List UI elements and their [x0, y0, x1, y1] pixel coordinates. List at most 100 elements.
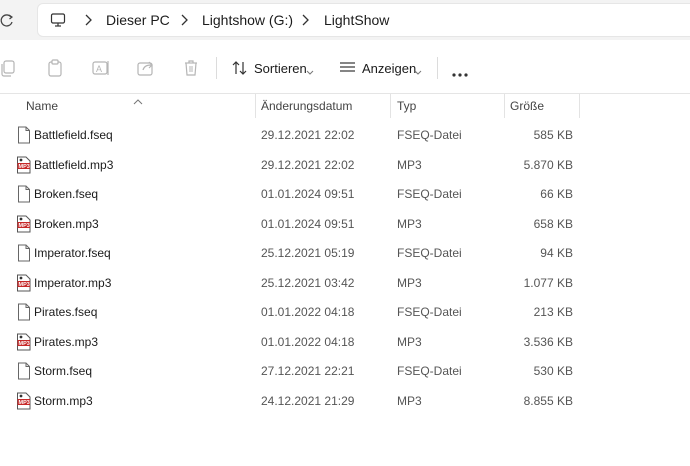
- sort-ascending-icon: [133, 92, 143, 105]
- column-divider[interactable]: [255, 94, 256, 118]
- chevron-right-icon[interactable]: [300, 13, 310, 27]
- refresh-icon[interactable]: [0, 11, 14, 29]
- file-name: Imperator.mp3: [34, 275, 112, 290]
- file-date: 01.01.2022 04:18: [261, 334, 355, 349]
- file-row[interactable]: MP3 Storm.mp3 24.12.2021 21:29 MP3 8.855…: [0, 387, 690, 416]
- copy-icon[interactable]: [0, 58, 18, 78]
- address-bar-area: Dieser PC Lightshow (G:) LightShow: [0, 0, 690, 40]
- file-name: Broken.mp3: [34, 216, 99, 231]
- file-type: MP3: [397, 334, 422, 349]
- view-label: Anzeigen: [362, 61, 417, 76]
- svg-text:MP3: MP3: [19, 282, 30, 288]
- address-bar[interactable]: Dieser PC Lightshow (G:) LightShow: [37, 3, 690, 37]
- file-date: 27.12.2021 22:21: [261, 364, 355, 378]
- mp3-file-icon: MP3: [16, 156, 32, 174]
- view-lines-icon: [339, 60, 357, 79]
- chevron-right-icon[interactable]: [179, 13, 189, 27]
- fseq-file-icon: [16, 185, 32, 203]
- rename-icon[interactable]: A: [91, 58, 111, 78]
- file-size: 530 KB: [533, 364, 573, 378]
- chevron-down-icon: [306, 64, 314, 75]
- fseq-file-icon: [16, 362, 32, 380]
- file-type: MP3: [397, 275, 422, 290]
- mp3-file-icon: MP3: [16, 392, 32, 410]
- svg-text:MP3: MP3: [19, 164, 30, 170]
- mp3-file-icon: MP3: [16, 333, 32, 351]
- svg-text:A: A: [96, 64, 102, 74]
- paste-icon[interactable]: [45, 58, 65, 78]
- column-divider[interactable]: [504, 94, 505, 118]
- column-header-name[interactable]: Name: [26, 99, 58, 113]
- svg-text:MP3: MP3: [19, 223, 30, 229]
- column-divider[interactable]: [390, 94, 391, 118]
- file-row[interactable]: Battlefield.fseq 29.12.2021 22:02 FSEQ-D…: [0, 121, 690, 150]
- command-bar: A Sortieren Anzeigen: [0, 40, 690, 94]
- share-icon[interactable]: [136, 58, 156, 78]
- file-name: Imperator.fseq: [34, 246, 111, 260]
- file-row[interactable]: MP3 Battlefield.mp3 29.12.2021 22:02 MP3…: [0, 151, 690, 180]
- file-size: 66 KB: [540, 187, 573, 201]
- breadcrumb-drive[interactable]: Lightshow (G:): [202, 12, 293, 28]
- toolbar-divider: [437, 57, 438, 79]
- file-type: FSEQ-Datei: [397, 305, 462, 319]
- file-name: Pirates.mp3: [34, 334, 99, 349]
- file-type: FSEQ-Datei: [397, 128, 462, 142]
- file-date: 01.01.2024 09:51: [261, 216, 355, 231]
- file-type: MP3: [397, 393, 422, 408]
- fseq-file-icon: [16, 244, 32, 262]
- column-divider[interactable]: [579, 94, 580, 118]
- file-name: Pirates.fseq: [34, 305, 98, 319]
- svg-text:MP3: MP3: [19, 341, 30, 347]
- file-size: 3.536 KB: [523, 334, 573, 349]
- file-name: Battlefield.fseq: [34, 128, 113, 142]
- file-name: Storm.fseq: [34, 364, 93, 378]
- chevron-down-icon: [414, 64, 422, 75]
- file-size: 5.870 KB: [523, 157, 573, 172]
- fseq-file-icon: [16, 126, 32, 144]
- file-date: 01.01.2022 04:18: [261, 305, 355, 319]
- file-size: 8.855 KB: [523, 393, 573, 408]
- file-name: Battlefield.mp3: [34, 157, 114, 172]
- file-row[interactable]: MP3 Pirates.mp3 01.01.2022 04:18 MP3 3.5…: [0, 328, 690, 357]
- file-row[interactable]: Storm.fseq 27.12.2021 22:21 FSEQ-Datei 5…: [0, 357, 690, 386]
- file-size: 213 KB: [533, 305, 573, 319]
- file-size: 94 KB: [540, 246, 573, 260]
- delete-icon[interactable]: [181, 58, 201, 78]
- file-row[interactable]: MP3 Broken.mp3 01.01.2024 09:51 MP3 658 …: [0, 210, 690, 239]
- sort-icon: [231, 59, 249, 80]
- column-header-modified[interactable]: Änderungsdatum: [261, 99, 352, 113]
- file-row[interactable]: MP3 Imperator.mp3 25.12.2021 03:42 MP3 1…: [0, 269, 690, 298]
- sort-button[interactable]: Sortieren: [231, 55, 321, 81]
- chevron-right-icon[interactable]: [83, 13, 93, 27]
- file-date: 29.12.2021 22:02: [261, 128, 355, 142]
- breadcrumb-folder[interactable]: LightShow: [324, 12, 389, 28]
- fseq-file-icon: [16, 303, 32, 321]
- file-size: 658 KB: [533, 216, 573, 231]
- breadcrumb-this-pc[interactable]: Dieser PC: [106, 12, 170, 28]
- sort-label: Sortieren: [254, 61, 307, 76]
- mp3-file-icon: MP3: [16, 274, 32, 292]
- file-type: MP3: [397, 216, 422, 231]
- file-date: 24.12.2021 21:29: [261, 393, 355, 408]
- mp3-file-icon: MP3: [16, 215, 32, 233]
- file-size: 1.077 KB: [523, 275, 573, 290]
- column-header-type[interactable]: Typ: [397, 99, 416, 113]
- file-type: FSEQ-Datei: [397, 187, 462, 201]
- file-size: 585 KB: [533, 128, 573, 142]
- toolbar-divider: [216, 57, 217, 79]
- file-row[interactable]: Pirates.fseq 01.01.2022 04:18 FSEQ-Datei…: [0, 298, 690, 327]
- file-name: Storm.mp3: [34, 393, 93, 408]
- file-date: 01.01.2024 09:51: [261, 187, 355, 201]
- file-date: 25.12.2021 03:42: [261, 275, 355, 290]
- computer-icon[interactable]: [50, 12, 66, 28]
- file-row[interactable]: Imperator.fseq 25.12.2021 05:19 FSEQ-Dat…: [0, 239, 690, 268]
- view-button[interactable]: Anzeigen: [339, 55, 429, 81]
- more-options-icon[interactable]: [451, 65, 469, 77]
- file-type: MP3: [397, 157, 422, 172]
- file-date: 29.12.2021 22:02: [261, 157, 355, 172]
- column-header-row: Name Änderungsdatum Typ Größe: [0, 94, 690, 118]
- column-header-size[interactable]: Größe: [510, 99, 544, 113]
- file-name: Broken.fseq: [34, 187, 99, 201]
- file-row[interactable]: Broken.fseq 01.01.2024 09:51 FSEQ-Datei …: [0, 180, 690, 209]
- svg-text:MP3: MP3: [19, 400, 30, 406]
